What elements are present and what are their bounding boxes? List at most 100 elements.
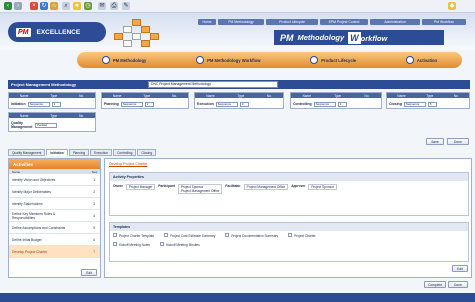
template-item[interactable]: Project Cost Estimate Summary (164, 233, 215, 238)
templates-title: Templates (110, 223, 468, 231)
menu-label: PM Methodology (112, 57, 147, 63)
wordmark-pm: PM (280, 32, 294, 43)
activity-link[interactable]: Develop Project Charter (109, 162, 147, 166)
menu-product-lifecycle[interactable]: Product Lifecycle (310, 56, 356, 64)
tab-quality-management[interactable]: Quality Management (8, 149, 46, 156)
footer-bar (0, 293, 475, 302)
tab-execution[interactable]: Execution (90, 149, 113, 156)
phase-type-select[interactable]: Sequence (313, 101, 336, 107)
phase-number-input[interactable]: 4 (337, 101, 347, 107)
checkbox[interactable] (164, 233, 169, 237)
done-button[interactable]: Done (447, 138, 469, 145)
stop-icon[interactable]: × (30, 2, 38, 10)
history-icon[interactable]: ◷ (84, 2, 92, 10)
topnav-administration[interactable]: Administration (370, 19, 420, 25)
favorites-icon[interactable]: ★ (73, 2, 81, 10)
refresh-icon[interactable]: ↻ (40, 2, 48, 10)
topnav-label: PM Workflow (434, 20, 454, 24)
phase-group-initiation: Name Type No. Initiation Sequence 1 (8, 92, 96, 109)
phase-type-select[interactable]: Sequence (120, 101, 143, 107)
complete-button[interactable]: Complete (424, 281, 446, 288)
footer-done-button[interactable]: Done (448, 281, 468, 288)
checkbox[interactable] (113, 233, 117, 237)
phase-number-input[interactable]: 3 (239, 101, 249, 107)
activity-item[interactable]: Define Initial Budget 6 (9, 234, 100, 246)
phase-type-select[interactable]: Sequence (27, 101, 50, 107)
activity-item[interactable]: Identify Vision and Objectives 1 (9, 174, 100, 186)
topnav-product-lifecycle[interactable]: Product Lifecycle (266, 19, 318, 25)
activities-edit-button[interactable]: Edit (81, 269, 97, 276)
activity-properties: Activity Properties Owner Project Manage… (109, 172, 469, 216)
menu-pm-methodology[interactable]: PM Methodology (101, 56, 147, 64)
print-icon[interactable]: ⎙ (110, 2, 118, 10)
topnav-label: Product Lifecycle (279, 20, 305, 24)
properties-title: Activity Properties (110, 173, 468, 181)
approver-label: Approver (291, 184, 306, 188)
tab-controlling[interactable]: Controlling (113, 149, 137, 156)
phase-number-input[interactable]: 5 (427, 101, 437, 107)
activity-item[interactable]: Identify Major Deliverables 2 (9, 186, 100, 198)
phase-name: Planning (104, 102, 119, 106)
topnav-label: PM Methodology (228, 20, 254, 24)
wordmark-methodology: Methodology (297, 33, 345, 42)
facilitator-value: Project Management Office (243, 184, 289, 190)
lifecycle-icon (310, 56, 319, 64)
activity-item[interactable]: Define Key Members Roles & Responsibilit… (9, 210, 100, 222)
forward-icon[interactable]: › (14, 2, 22, 10)
template-item[interactable]: Kickoff Meeting Notes (113, 242, 150, 247)
facilitator-label: Facilitator (225, 184, 241, 188)
template-item[interactable]: Project Documentation Summary (225, 233, 278, 238)
details-edit-button[interactable]: Edit (452, 265, 468, 272)
checkbox[interactable] (113, 242, 117, 246)
menu-label: PM Methodology Workflow (207, 57, 261, 63)
phase-group-controlling: Name Type No. Controlling Sequence 4 (290, 92, 382, 109)
template-item[interactable]: Project Charter Template (113, 233, 154, 238)
owner-value: Project Manager (125, 184, 156, 190)
edit-icon[interactable]: ✎ (122, 2, 130, 10)
phase-name: Initiation (11, 102, 26, 106)
cubes-graphic (112, 19, 164, 49)
tab-planning[interactable]: Planning (68, 149, 90, 156)
pm-excellence-logo: PM EXCELLENCE (8, 22, 106, 42)
participant-label: Participant (158, 184, 175, 188)
activity-item[interactable]: Identify Stakeholders 3 (9, 198, 100, 210)
methodology-section-header: Project Management Methodology DNC Proje… (8, 80, 470, 89)
back-icon[interactable]: ‹ (4, 2, 12, 10)
search-icon[interactable]: ⌕ (62, 2, 70, 10)
phase-type-select[interactable]: Sequence (215, 101, 238, 107)
activity-item[interactable]: Define Assumptions and Constraints 5 (9, 222, 100, 234)
menu-activation[interactable]: Activation (405, 56, 437, 64)
tab-initiation[interactable]: Initiation (46, 149, 68, 156)
phase-type-select[interactable]: Parallel (35, 122, 57, 128)
topnav-home[interactable]: Home (198, 19, 216, 25)
checkbox[interactable] (288, 233, 293, 237)
mail-icon[interactable]: ✉ (98, 2, 106, 10)
templates-box: Templates Project Charter Template Proje… (109, 222, 469, 262)
phase-tabs: Quality Management Initiation Planning E… (8, 149, 156, 156)
wordmark-w: W (348, 31, 361, 44)
phase-type-select[interactable]: Sequence (403, 101, 426, 107)
topnav-pm-workflow[interactable]: PM Workflow (422, 19, 466, 25)
template-item[interactable]: Project Charter (288, 233, 316, 238)
phase-number-input[interactable]: 1 (51, 101, 61, 107)
menu-pm-methodology-workflow[interactable]: PM Methodology Workflow (196, 56, 261, 64)
methodology-icon (101, 56, 110, 64)
phase-number-input[interactable]: 2 (144, 101, 154, 107)
checkbox[interactable] (225, 233, 230, 237)
tab-closing[interactable]: Closing (137, 149, 156, 156)
menu-label: Product Lifecycle (321, 57, 357, 63)
activation-icon (405, 56, 414, 64)
phase-name: Closing (389, 102, 402, 106)
save-button[interactable]: Save (426, 138, 444, 145)
methodology-select[interactable]: DNC Project Management Methodology (148, 81, 278, 88)
template-item[interactable]: Kickoff Meeting Minutes (159, 242, 200, 247)
approver-value: Project Sponsor (308, 184, 338, 190)
checkbox[interactable] (159, 242, 164, 246)
activity-detail-panel: Develop Project Charter Activity Propert… (104, 158, 472, 278)
workflow-icon (196, 56, 205, 64)
topnav-pm-methodology[interactable]: PM Methodology (218, 19, 264, 25)
topnav-epm-project-control[interactable]: EPM Project Control (320, 19, 368, 25)
activity-item-selected[interactable]: Develop Project Charter 7 (9, 246, 100, 258)
home-icon[interactable]: ⌂ (50, 2, 58, 10)
section-title: Project Management Methodology (11, 82, 77, 87)
